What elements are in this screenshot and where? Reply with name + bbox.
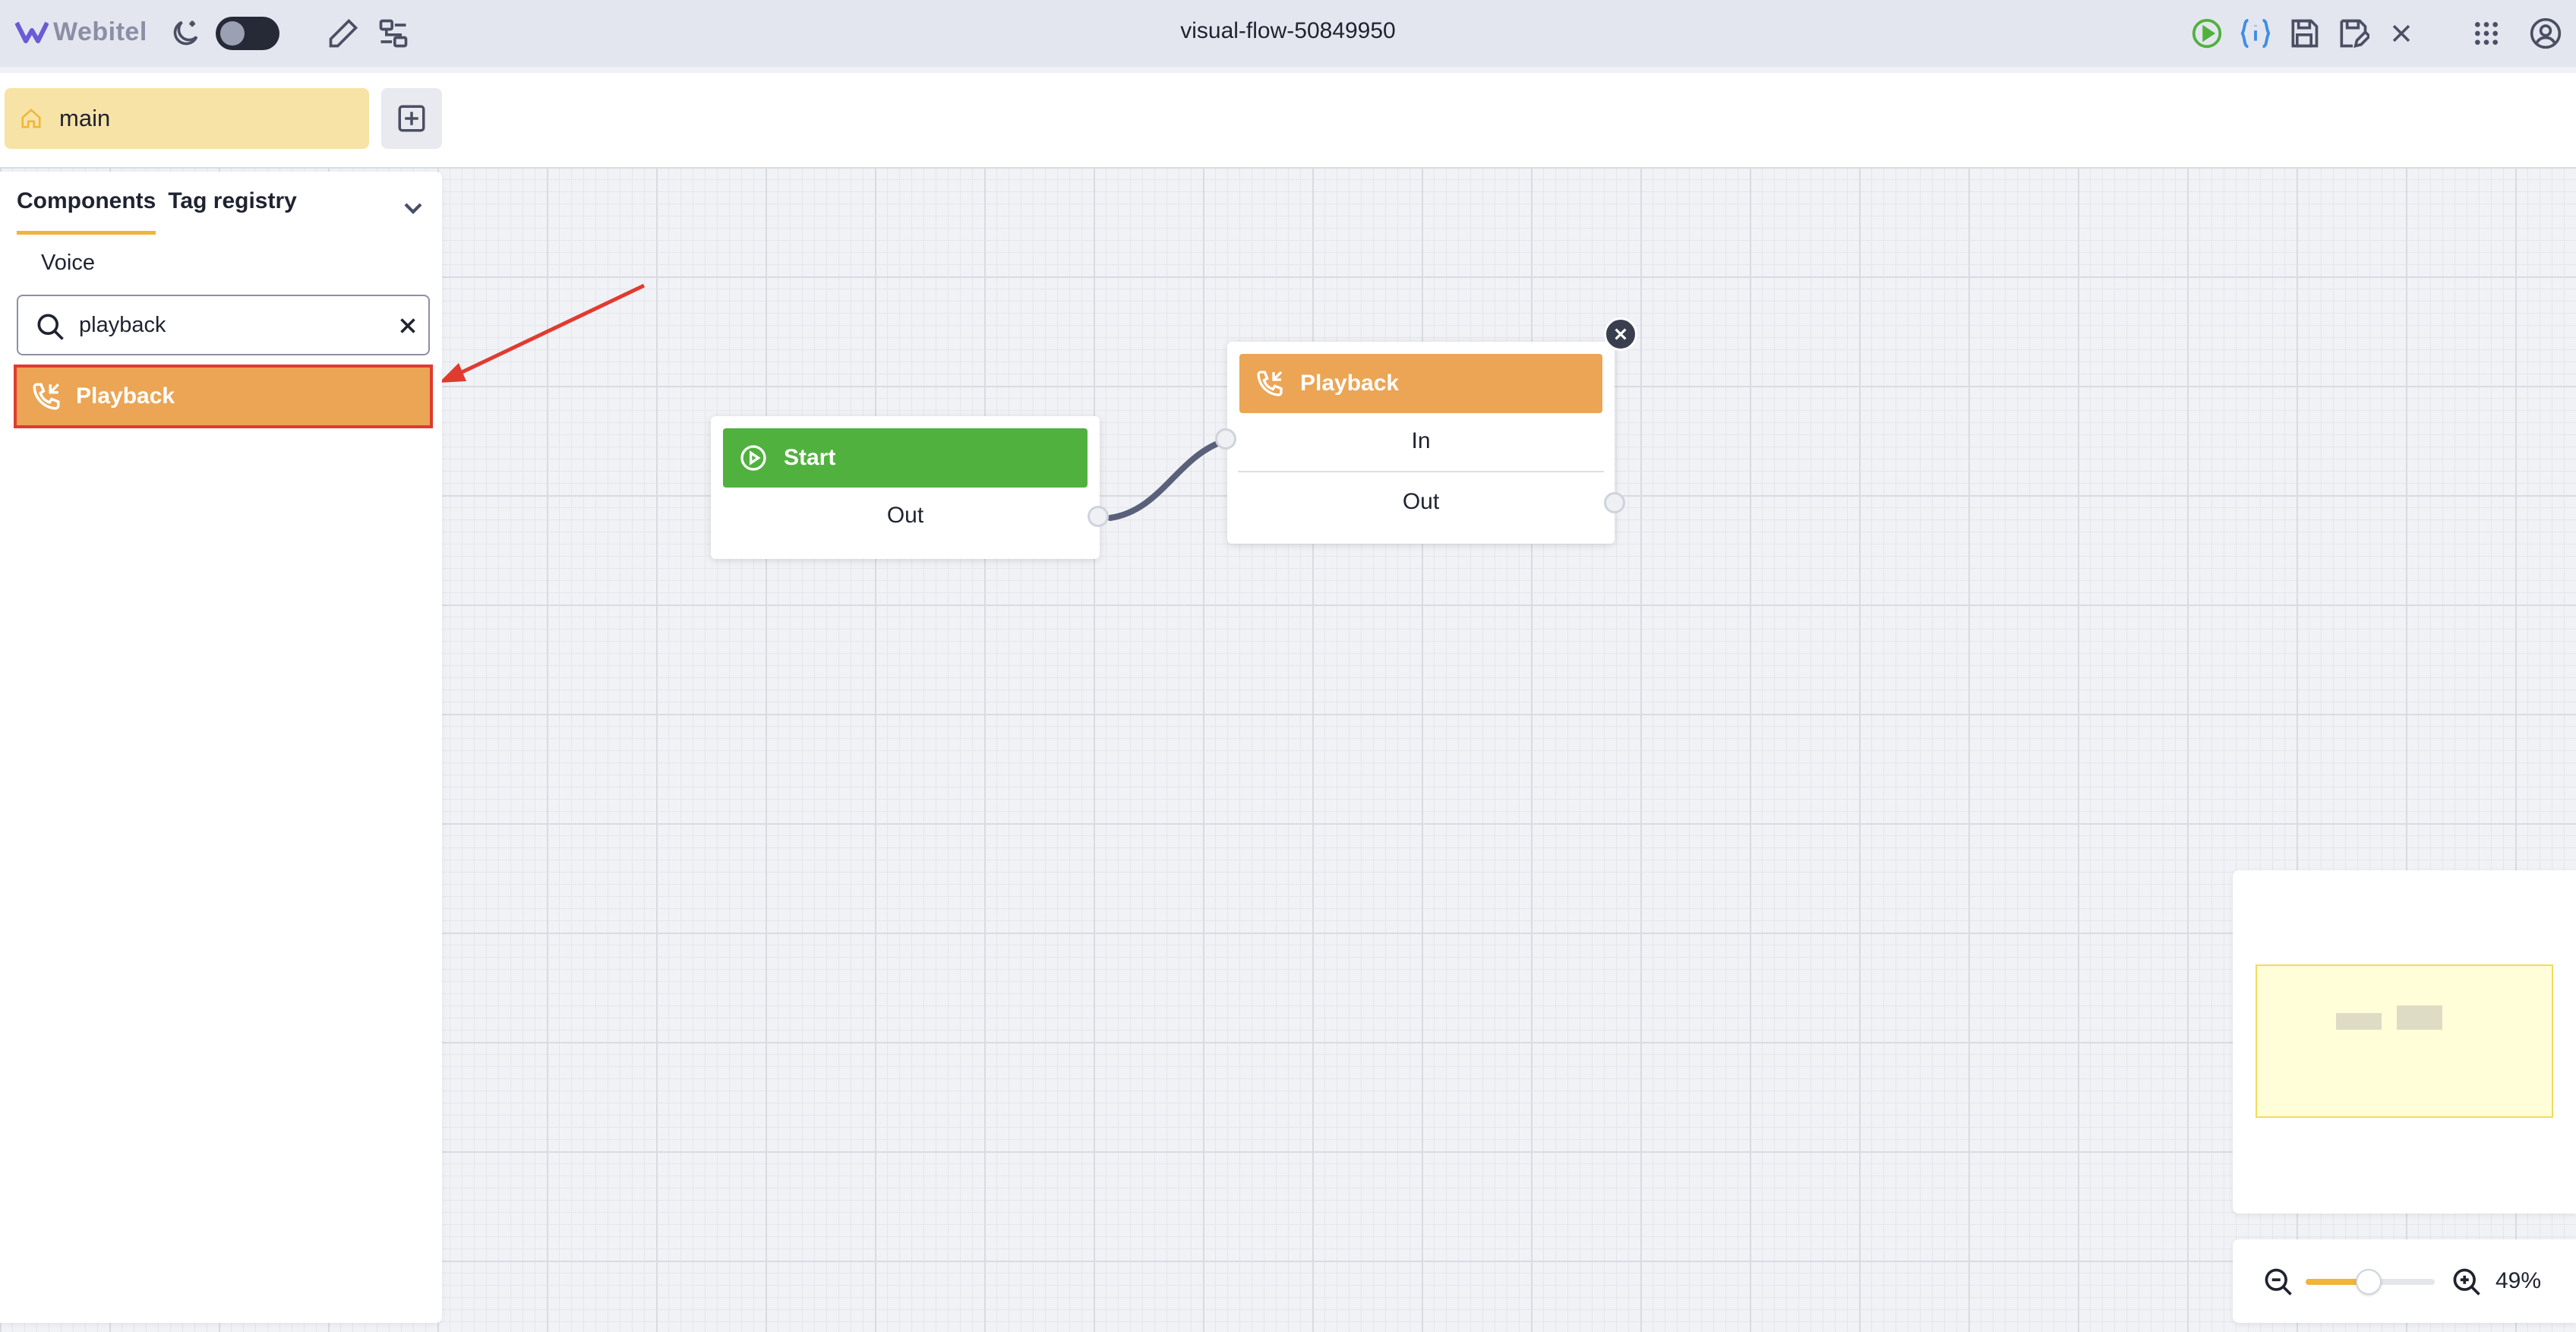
playback-node[interactable]: Playback In Out	[1227, 342, 1615, 544]
playback-in-port[interactable]	[1215, 428, 1236, 450]
search-icon	[37, 314, 64, 340]
playback-node-out-label: Out	[1402, 489, 1440, 514]
panel-tabs: Components Tag registry	[17, 188, 297, 235]
zoom-out-icon[interactable]	[2262, 1265, 2295, 1299]
playback-node-divider	[1238, 471, 1604, 472]
playback-node-header[interactable]: Playback	[1239, 354, 1602, 413]
annotation-arrow	[439, 283, 646, 383]
play-circle-icon	[740, 445, 766, 471]
playback-node-in-label: In	[1411, 428, 1431, 453]
zoom-slider[interactable]	[2306, 1269, 2435, 1295]
start-out-port[interactable]	[1088, 506, 1109, 527]
connection-start-to-playback	[1107, 437, 1229, 521]
component-item-label: Playback	[76, 384, 175, 409]
delete-node-button[interactable]	[1604, 317, 1637, 351]
zoom-level: 49%	[2496, 1268, 2542, 1293]
chevron-down-icon[interactable]	[398, 193, 428, 223]
minimap[interactable]	[2233, 870, 2576, 1214]
zoom-in-icon[interactable]	[2450, 1265, 2483, 1299]
playback-out-port[interactable]	[1604, 492, 1625, 513]
start-node-out-label: Out	[886, 503, 924, 528]
playback-node-title: Playback	[1300, 371, 1400, 396]
phone-incoming-icon	[33, 383, 60, 410]
tab-components[interactable]: Components	[17, 188, 156, 235]
category-label[interactable]: Voice	[41, 251, 95, 276]
start-node[interactable]: Start Out	[711, 416, 1100, 559]
clear-search-icon[interactable]	[395, 313, 421, 339]
start-node-header[interactable]: Start	[723, 428, 1088, 488]
component-search[interactable]	[17, 295, 430, 355]
tab-tag-registry[interactable]: Tag registry	[168, 188, 297, 235]
close-icon	[1615, 328, 1627, 340]
zoom-slider-thumb[interactable]	[2356, 1269, 2382, 1295]
minimap-viewport[interactable]	[2256, 964, 2553, 1118]
search-input[interactable]	[79, 308, 375, 342]
minimap-node-playback	[2397, 1005, 2442, 1030]
minimap-node-start	[2336, 1013, 2382, 1030]
zoom-controls: 49%	[2233, 1239, 2576, 1323]
components-panel: Components Tag registry Voice Playback	[0, 172, 442, 1323]
component-item-playback[interactable]: Playback	[14, 365, 433, 428]
start-node-title: Start	[784, 445, 836, 470]
phone-incoming-icon	[1257, 371, 1283, 396]
